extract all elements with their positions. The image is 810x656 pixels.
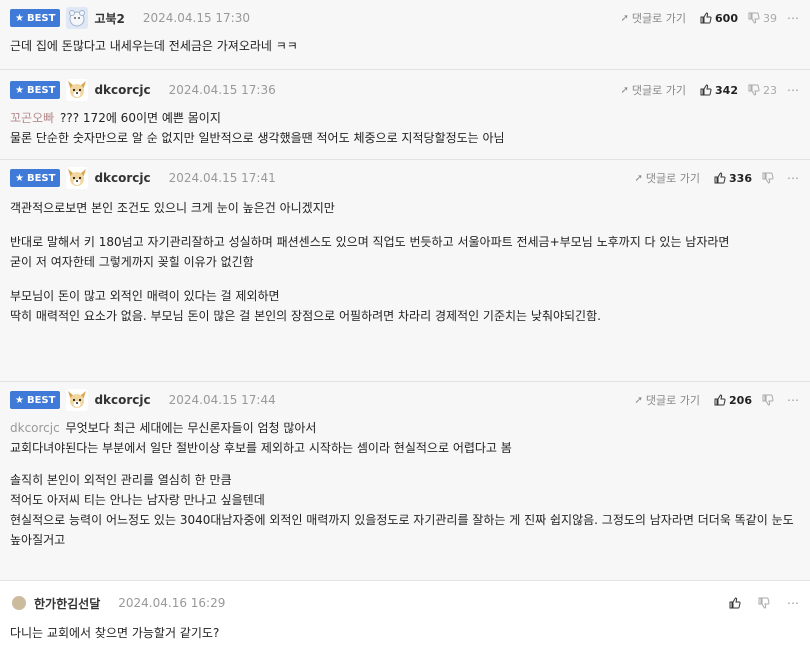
best-badge: ★ BEST <box>10 169 61 187</box>
send-icon: ➚ <box>620 84 629 96</box>
dislike-button[interactable] <box>758 597 773 609</box>
comment: ★ BEST 고북2 2024.04.15 17:30 ➚ 댓글로 가기 600 3… <box>0 0 810 70</box>
star-icon: ★ <box>15 172 24 184</box>
avatar[interactable] <box>66 7 89 29</box>
star-icon: ★ <box>15 84 24 96</box>
thumbs-down-icon <box>748 84 760 96</box>
thumbs-down-icon <box>758 597 770 609</box>
comment-actions: ➚ 댓글로 가기 336 ⋯ <box>635 168 800 188</box>
mention[interactable]: dkcorcjc <box>10 421 60 435</box>
best-badge: ★ BEST <box>10 9 61 27</box>
dislike-button[interactable] <box>762 172 777 184</box>
comment-body: 객관적으로보면 본인 조건도 있으니 크게 눈이 높은건 아니겠지만 반대로 말… <box>10 201 730 323</box>
reply-link[interactable]: ➚ 댓글로 가기 <box>635 170 701 186</box>
comment-actions: ➚ 댓글로 가기 600 39 ⋯ <box>621 8 800 28</box>
comment-date: 2024.04.15 17:36 <box>168 83 276 97</box>
dislike-count: 23 <box>763 83 777 97</box>
comment-actions: ➚ 댓글로 가기 342 23 ⋯ <box>621 80 800 100</box>
comment-body: 다니는 교회에서 찾으면 가능할거 같기도? <box>10 626 220 640</box>
author-nick[interactable]: 한가한김선달 <box>34 595 100 612</box>
dislike-button[interactable]: 39 <box>748 12 777 25</box>
more-menu-icon[interactable]: ⋯ <box>787 393 800 407</box>
star-icon: ★ <box>15 394 24 406</box>
more-menu-icon[interactable]: ⋯ <box>787 596 800 610</box>
thumbs-down-icon <box>748 12 760 24</box>
like-button[interactable]: 206 <box>714 394 752 407</box>
like-count: 336 <box>729 171 752 185</box>
reply-link[interactable]: ➚ 댓글로 가기 <box>621 10 687 26</box>
comment-body: 근데 집에 돈많다고 내세우는데 전세금은 가져오라네 ㅋㅋ <box>10 39 298 53</box>
thumbs-up-icon <box>714 394 726 406</box>
thumbs-up-icon <box>714 172 726 184</box>
author-nick[interactable]: 고북2 <box>94 10 124 27</box>
comment-body: dkcorcjc 무엇보다 최근 세대에는 무신론자들이 엄청 많아서 교회다녀… <box>10 421 794 547</box>
send-icon: ➚ <box>620 12 629 24</box>
comment-actions: ⋯ <box>729 593 800 613</box>
like-count: 206 <box>729 393 752 407</box>
like-button[interactable]: 342 <box>700 84 738 97</box>
like-button[interactable] <box>729 597 744 609</box>
dislike-button[interactable]: 23 <box>748 84 777 97</box>
more-menu-icon[interactable]: ⋯ <box>787 11 800 25</box>
best-badge: ★ BEST <box>10 81 61 99</box>
author-nick[interactable]: dkcorcjc <box>94 393 150 407</box>
comment: ★ BEST dkcorcjc 2024.04.15 17:44 ➚ 댓글로 가기 … <box>0 382 810 581</box>
avatar[interactable] <box>12 596 26 610</box>
comment: ★ BEST dkcorcjc 2024.04.15 17:36 ➚ 댓글로 가기 … <box>0 70 810 160</box>
reply-link[interactable]: ➚ 댓글로 가기 <box>635 392 701 408</box>
like-button[interactable]: 336 <box>714 172 752 185</box>
author-nick[interactable]: dkcorcjc <box>94 83 150 97</box>
avatar[interactable] <box>66 389 89 411</box>
comment: 한가한김선달 2024.04.16 16:29 ⋯ 다니는 교회에서 찾으면 가… <box>0 581 810 656</box>
dislike-count: 39 <box>763 11 777 25</box>
thumbs-down-icon <box>762 172 774 184</box>
like-button[interactable]: 600 <box>700 12 738 25</box>
mention[interactable]: 꼬곤오빠 <box>10 111 54 125</box>
comment-actions: ➚ 댓글로 가기 206 ⋯ <box>635 390 800 410</box>
avatar[interactable] <box>66 79 89 101</box>
thumbs-up-icon <box>700 12 712 24</box>
best-badge: ★ BEST <box>10 391 61 409</box>
more-menu-icon[interactable]: ⋯ <box>787 171 800 185</box>
thumbs-down-icon <box>762 394 774 406</box>
avatar[interactable] <box>66 167 89 189</box>
like-count: 600 <box>715 11 738 25</box>
more-menu-icon[interactable]: ⋯ <box>787 83 800 97</box>
comment-date: 2024.04.15 17:30 <box>142 11 250 25</box>
star-icon: ★ <box>15 12 24 24</box>
comment-date: 2024.04.16 16:29 <box>118 596 226 610</box>
send-icon: ➚ <box>634 394 643 406</box>
thumbs-up-icon <box>700 84 712 96</box>
comment: ★ BEST dkcorcjc 2024.04.15 17:41 ➚ 댓글로 가기 … <box>0 160 810 382</box>
send-icon: ➚ <box>634 172 643 184</box>
dislike-button[interactable] <box>762 394 777 406</box>
thumbs-up-icon <box>729 597 741 609</box>
comment-date: 2024.04.15 17:44 <box>168 393 276 407</box>
comment-date: 2024.04.15 17:41 <box>168 171 276 185</box>
reply-link[interactable]: ➚ 댓글로 가기 <box>621 82 687 98</box>
comment-body: 꼬곤오빠 ??? 172에 60이면 예쁜 몸이지 물론 단순한 숫자만으로 알… <box>10 111 505 145</box>
author-nick[interactable]: dkcorcjc <box>94 171 150 185</box>
like-count: 342 <box>715 83 738 97</box>
